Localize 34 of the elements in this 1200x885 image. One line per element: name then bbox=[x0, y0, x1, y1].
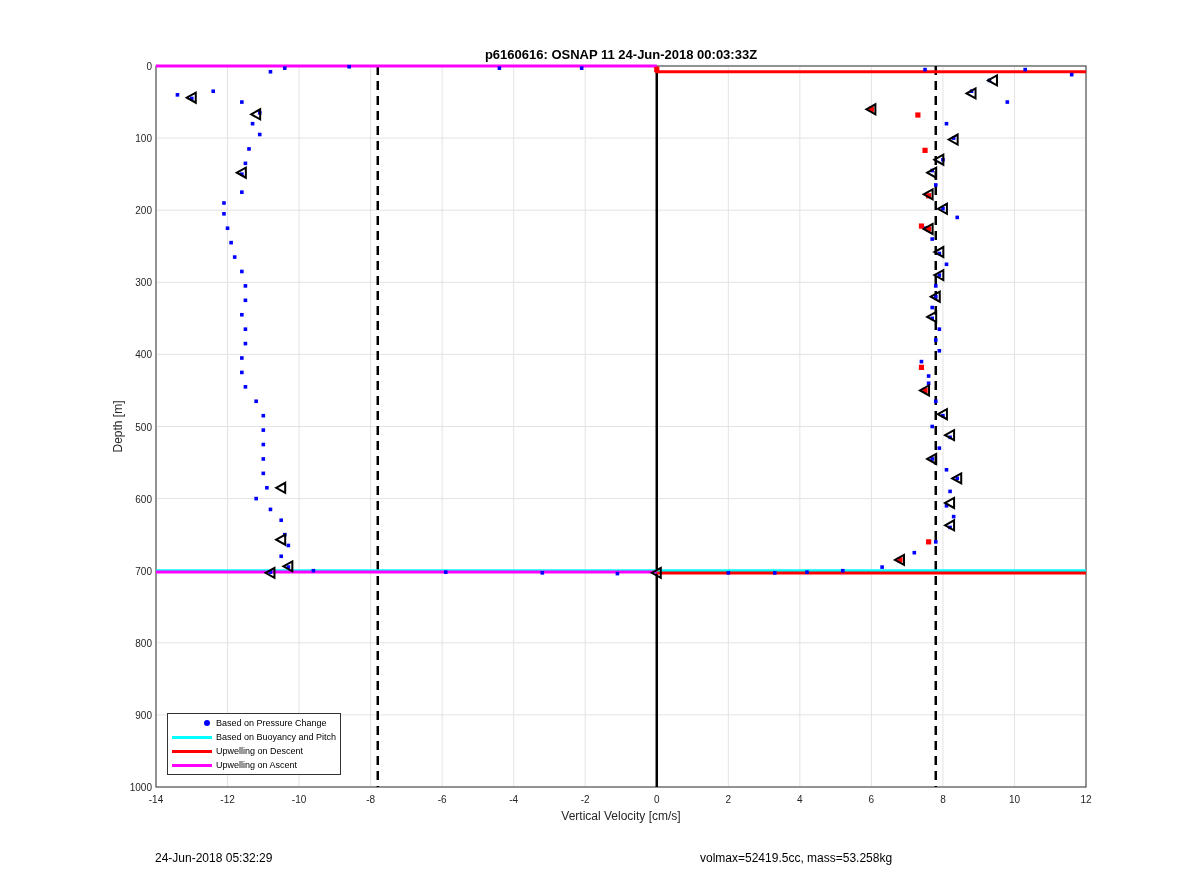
x-tick-label: -14 bbox=[148, 794, 164, 805]
y-tick-label: 800 bbox=[135, 637, 152, 649]
x-axis-label: Vertical Velocity [cm/s] bbox=[561, 809, 681, 823]
y-tick-label: 700 bbox=[135, 565, 152, 577]
y-tick-label: 200 bbox=[135, 205, 152, 217]
legend-label: Based on Pressure Change bbox=[216, 718, 327, 728]
x-tick-label: 4 bbox=[797, 794, 803, 805]
x-tick-label: 10 bbox=[1008, 794, 1020, 805]
y-axis-label: Depth [m] bbox=[111, 400, 125, 453]
summary-text: volmax=52419.5cc, mass=53.258kg bbox=[700, 851, 893, 865]
y-tick-label: 1000 bbox=[129, 782, 152, 793]
x-tick-label: 8 bbox=[940, 794, 946, 805]
legend-label: Based on Buoyancy and Pitch bbox=[216, 732, 337, 742]
x-tick-label: 2 bbox=[725, 794, 732, 805]
y-tick-label: 100 bbox=[135, 133, 152, 145]
x-tick-label: 6 bbox=[868, 794, 875, 805]
y-tick-label: 500 bbox=[135, 421, 152, 433]
x-tick-label: -12 bbox=[220, 794, 235, 805]
chart-title: p6160616: OSNAP 11 24-Jun-2018 00:03:33Z bbox=[484, 47, 758, 62]
y-tick-label: 300 bbox=[135, 277, 152, 289]
y-tick-label: 600 bbox=[135, 493, 152, 505]
x-tick-label: -8 bbox=[366, 794, 376, 805]
y-tick-label: 400 bbox=[135, 349, 152, 361]
x-tick-label: 12 bbox=[1080, 794, 1092, 805]
x-tick-label: -6 bbox=[437, 794, 447, 805]
x-tick-label: -4 bbox=[509, 794, 519, 805]
x-tick-label: -10 bbox=[291, 794, 307, 805]
y-tick-label: 0 bbox=[146, 61, 152, 72]
legend-label: Upwelling on Descent bbox=[216, 746, 304, 756]
timestamp: 24-Jun-2018 05:32:29 bbox=[155, 851, 274, 865]
y-tick-label: 900 bbox=[135, 709, 152, 721]
x-tick-label: -2 bbox=[580, 794, 590, 805]
x-tick-label: 0 bbox=[654, 794, 660, 805]
legend-label: Upwelling on Ascent bbox=[216, 760, 298, 770]
